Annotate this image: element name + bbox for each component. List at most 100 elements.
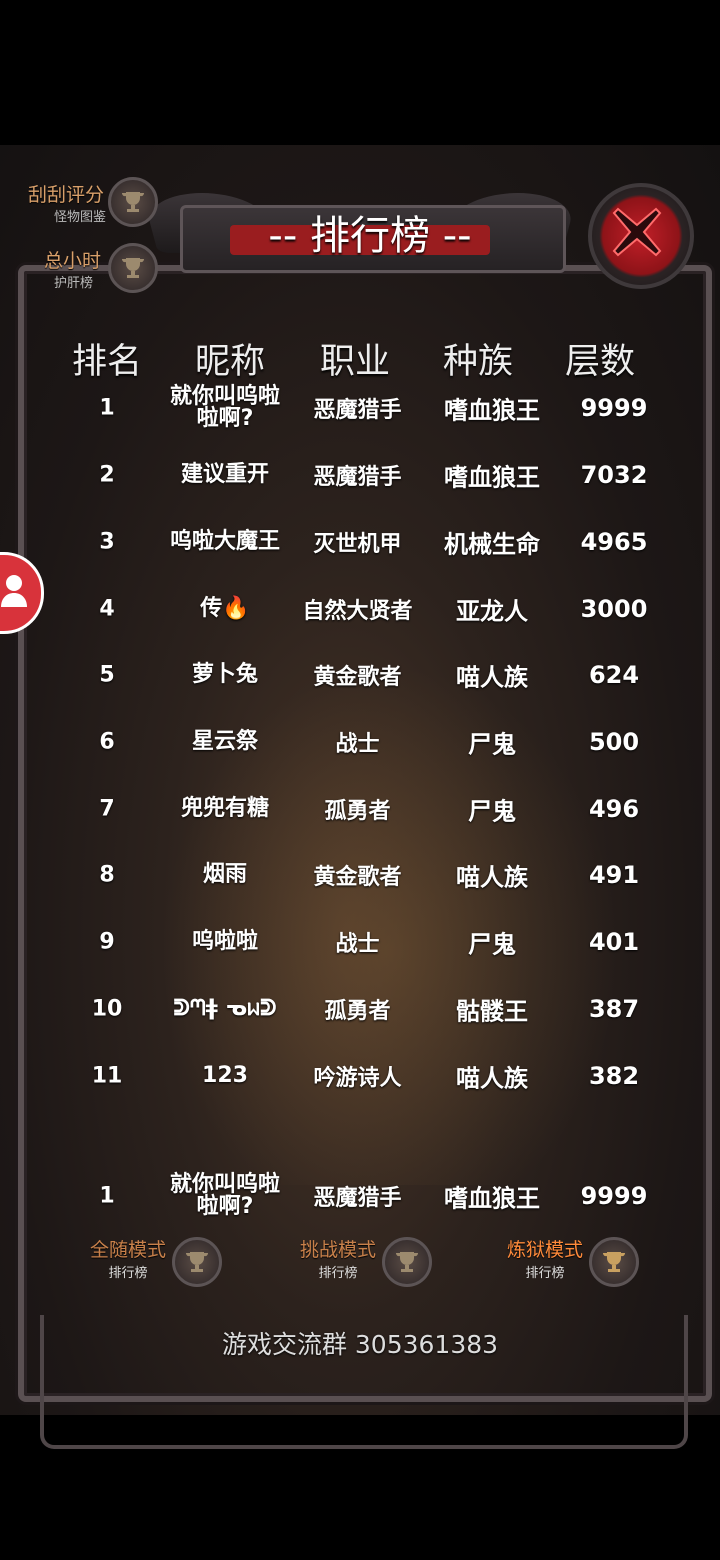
race: 亚龙人: [456, 597, 528, 626]
race: 喵人族: [456, 863, 528, 892]
floor: 382: [588, 1062, 640, 1090]
race: 骷髅王: [456, 997, 528, 1026]
mode-label: 炼狱模式: [507, 1239, 584, 1261]
nickname: 萝卜兔: [191, 662, 258, 687]
floor: 7032: [580, 461, 648, 489]
side-button-sub: 怪物图鉴: [54, 210, 107, 225]
race: 嗜血狼王: [444, 1184, 540, 1213]
close-button[interactable]: [588, 183, 694, 289]
header-class: 职业: [319, 342, 390, 382]
nickname: 星云祭: [191, 729, 258, 754]
user-icon: [1, 575, 27, 607]
floor: 387: [588, 995, 640, 1023]
table-row: 6 星云祭 战士 尸鬼 500: [0, 712, 720, 772]
class: 恶魔猎手: [313, 465, 402, 490]
close-x-icon: [612, 207, 662, 257]
class: 吟游诗人: [313, 1066, 402, 1091]
class: 黄金歌者: [313, 865, 402, 890]
header-race: 种族: [442, 342, 513, 382]
rank: 9: [99, 929, 115, 955]
floor: 4965: [580, 528, 648, 556]
nickname: ᕲᘉǂ ᓀᥕᕲ: [173, 996, 277, 1021]
mode-label: 全随模式: [90, 1239, 167, 1261]
class: 孤勇者: [324, 799, 391, 824]
nickname: 123: [202, 1063, 248, 1088]
class: 自然大贤者: [302, 599, 413, 624]
class: 孤勇者: [324, 999, 391, 1024]
nickname: 建议重开: [180, 462, 269, 487]
mode-sub: 排行榜: [525, 1266, 565, 1281]
trophy-icon: [108, 243, 158, 293]
class: 恶魔猎手: [313, 1186, 402, 1211]
table-row: 9 呜啦啦 战士 尸鬼 401: [0, 912, 720, 972]
mode-purgatory-button[interactable]: 炼狱模式 排行榜: [507, 1235, 639, 1287]
floor: 624: [588, 661, 640, 689]
table-row: 10 ᕲᘉǂ ᓀᥕᕲ 孤勇者 骷髅王 387: [0, 979, 720, 1039]
mode-sub: 排行榜: [108, 1266, 148, 1281]
table-row: 4 传🔥 自然大贤者 亚龙人 3000: [0, 579, 720, 639]
rank: 5: [99, 662, 115, 688]
class: 恶魔猎手: [313, 398, 402, 423]
group-info: 游戏交流群 305361383: [221, 1330, 499, 1359]
side-button-label: 刮刮评分: [28, 184, 105, 206]
leaderboard-panel: -- 排行榜 -- 刮刮评分 怪物图鉴 总小时 护肝榜 排名 昵称 职业 种族 …: [0, 145, 720, 1449]
race: 嗜血狼王: [444, 463, 540, 492]
nickname: 烟雨: [202, 862, 247, 887]
table-header: 排名 昵称 职业 种族 层数: [0, 333, 720, 383]
trophy-icon: [172, 1237, 222, 1287]
race: 喵人族: [456, 663, 528, 692]
nickname-text: 传: [200, 596, 223, 621]
rank: 1: [99, 1183, 115, 1209]
race: 尸鬼: [468, 730, 516, 759]
class: 黄金歌者: [313, 665, 402, 690]
trophy-icon: [382, 1237, 432, 1287]
nickname: 就你叫呜啦啦啊?: [169, 384, 280, 431]
rank: 4: [99, 596, 115, 622]
table-row: 5 萝卜兔 黄金歌者 喵人族 624: [0, 645, 720, 705]
rank: 3: [99, 529, 115, 555]
race: 机械生命: [444, 530, 540, 559]
race: 嗜血狼王: [444, 396, 540, 425]
mode-random-button[interactable]: 全随模式 排行榜: [90, 1235, 222, 1287]
table-row: 8 烟雨 黄金歌者 喵人族 491: [0, 845, 720, 905]
rank: 2: [99, 462, 115, 488]
rank: 8: [99, 862, 115, 888]
nickname: 就你叫呜啦啦啊?: [169, 1172, 280, 1219]
header-floor: 层数: [564, 342, 635, 382]
floor: 3000: [580, 595, 648, 623]
nickname: 呜啦啦: [191, 929, 258, 954]
table-row: 2 建议重开 恶魔猎手 嗜血狼王 7032: [0, 445, 720, 505]
floor: 496: [588, 795, 640, 823]
side-button-label: 总小时: [44, 250, 102, 272]
race: 尸鬼: [468, 797, 516, 826]
floor: 491: [588, 861, 640, 889]
floor: 500: [588, 728, 640, 756]
mode-sub: 排行榜: [318, 1266, 358, 1281]
floor: 401: [588, 928, 640, 956]
rank: 6: [99, 729, 115, 755]
class: 战士: [335, 932, 380, 957]
rank: 1: [99, 395, 115, 421]
table-row: 7 兜兜有糖 孤勇者 尸鬼 496: [0, 779, 720, 839]
table-row: 11 123 吟游诗人 喵人族 382: [0, 1046, 720, 1106]
rank: 11: [91, 1063, 123, 1089]
mode-challenge-button[interactable]: 挑战模式 排行榜: [300, 1235, 432, 1287]
race: 尸鬼: [468, 930, 516, 959]
nickname: 呜啦大魔王: [169, 529, 280, 554]
trophy-icon: [108, 177, 158, 227]
floor: 9999: [580, 394, 648, 422]
side-button-sub: 护肝榜: [54, 276, 94, 291]
class: 灭世机甲: [313, 532, 402, 557]
my-rank-row: 1 就你叫呜啦啦啊? 恶魔猎手 嗜血狼王 9999: [0, 1166, 720, 1226]
nickname: 传🔥: [160, 598, 290, 620]
race: 喵人族: [456, 1064, 528, 1093]
header-rank: 排名: [71, 342, 142, 382]
rank: 7: [99, 796, 115, 822]
table-row: 3 呜啦大魔王 灭世机甲 机械生命 4965: [0, 512, 720, 572]
nickname: 兜兜有糖: [180, 796, 269, 821]
page-title: -- 排行榜 --: [268, 213, 472, 259]
header-nickname: 昵称: [194, 342, 265, 382]
floor: 9999: [580, 1182, 648, 1210]
trophy-icon: [589, 1237, 639, 1287]
fire-emoji: 🔥: [222, 596, 250, 621]
